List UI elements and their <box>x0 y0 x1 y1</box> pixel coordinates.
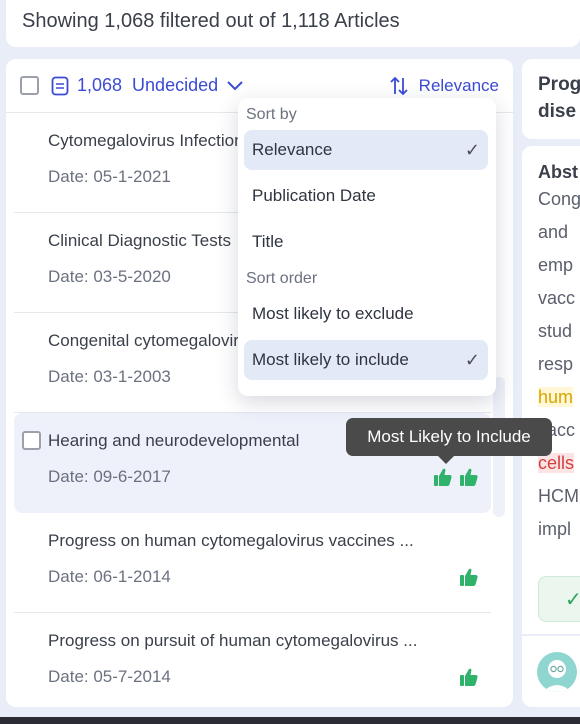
relevance-tooltip: Most Likely to Include <box>346 418 552 464</box>
sort-option-label: Publication Date <box>252 186 376 205</box>
article-detail-title-card: Prog dise <box>522 59 580 139</box>
thumbs-up-icon <box>434 468 452 486</box>
abstract-line: emp <box>538 255 574 275</box>
results-summary-banner: Showing 1,068 filtered out of 1,118 Arti… <box>6 0 580 47</box>
abstract-card: Abst Cong and emp vacc stud resp hum vac… <box>522 146 580 634</box>
sort-order-heading: Sort order <box>246 270 318 287</box>
tooltip-text: Most Likely to Include <box>367 427 531 446</box>
sort-order-include[interactable]: Most likely to include ✓ <box>244 340 488 380</box>
relevance-indicator[interactable] <box>459 667 479 687</box>
abstract-line: stud <box>538 321 573 341</box>
avatar-icon <box>543 660 571 692</box>
thumbs-up-icon <box>460 468 478 486</box>
abstract-line: vacc <box>538 288 576 308</box>
checkmark-icon: ✓ <box>464 139 480 160</box>
article-date: Date: 06-1-2014 <box>48 567 171 586</box>
sort-option-title[interactable]: Title <box>244 222 488 262</box>
sort-order-label: Most likely to include <box>252 350 409 369</box>
abstract-line: HCM <box>538 486 579 506</box>
article-row[interactable]: Progress on pursuit of human cytomegalov… <box>14 613 491 707</box>
keyword-highlight: hum <box>538 387 574 407</box>
filtered-count: 1,068 <box>77 75 123 95</box>
sort-option-label: Title <box>252 232 284 251</box>
check-icon: ✓ <box>565 589 580 611</box>
relevance-indicator[interactable] <box>459 567 479 587</box>
sort-option-label: Relevance <box>252 140 333 159</box>
sort-order-label: Most likely to exclude <box>252 304 414 323</box>
abstract-line: Cong <box>538 189 580 209</box>
article-date: Date: 09-6-2017 <box>48 467 171 486</box>
include-button[interactable]: ✓ <box>538 576 580 622</box>
results-summary-text: Showing 1,068 filtered out of 1,118 Arti… <box>22 10 400 32</box>
abstract-line: impl <box>538 519 572 539</box>
abstract-line: and <box>538 222 569 242</box>
thumbs-up-icon <box>460 668 478 686</box>
reviewer-avatar[interactable] <box>537 652 577 692</box>
filter-status-label[interactable]: Undecided <box>132 75 218 96</box>
detail-title-line: Prog <box>538 74 580 95</box>
thumbs-up-icon <box>460 568 478 586</box>
sort-button-label: Relevance <box>418 75 499 95</box>
sort-by-heading: Sort by <box>246 106 297 123</box>
article-checkbox[interactable] <box>22 431 41 450</box>
sort-arrows-icon <box>390 76 408 95</box>
sort-dropdown-menu: Sort by Relevance ✓ Publication Date Tit… <box>238 98 496 396</box>
select-all-checkbox[interactable] <box>20 76 39 95</box>
sort-option-relevance[interactable]: Relevance ✓ <box>244 130 488 170</box>
abstract-heading: Abst <box>538 162 578 182</box>
chevron-down-icon[interactable] <box>226 80 244 92</box>
article-title: Progress on pursuit of human cytomegalov… <box>48 631 418 650</box>
abstract-line: resp <box>538 354 574 374</box>
document-status-icon <box>51 76 69 95</box>
sort-order-exclude[interactable]: Most likely to exclude <box>244 294 488 334</box>
checkmark-icon: ✓ <box>464 349 480 370</box>
article-title: Progress on human cytomegalovirus vaccin… <box>48 531 414 550</box>
taskbar-strip <box>0 717 580 724</box>
sort-button[interactable]: Relevance <box>389 76 499 96</box>
article-row[interactable]: Progress on human cytomegalovirus vaccin… <box>14 513 491 613</box>
exclusion-keyword-highlight: cells <box>538 453 575 473</box>
relevance-indicator[interactable] <box>433 467 479 487</box>
detail-title-line: dise <box>538 101 577 122</box>
article-date: Date: 05-7-2014 <box>48 667 171 686</box>
abstract-line-highlight: hum <box>538 381 576 414</box>
sort-option-publication-date[interactable]: Publication Date <box>244 176 488 216</box>
